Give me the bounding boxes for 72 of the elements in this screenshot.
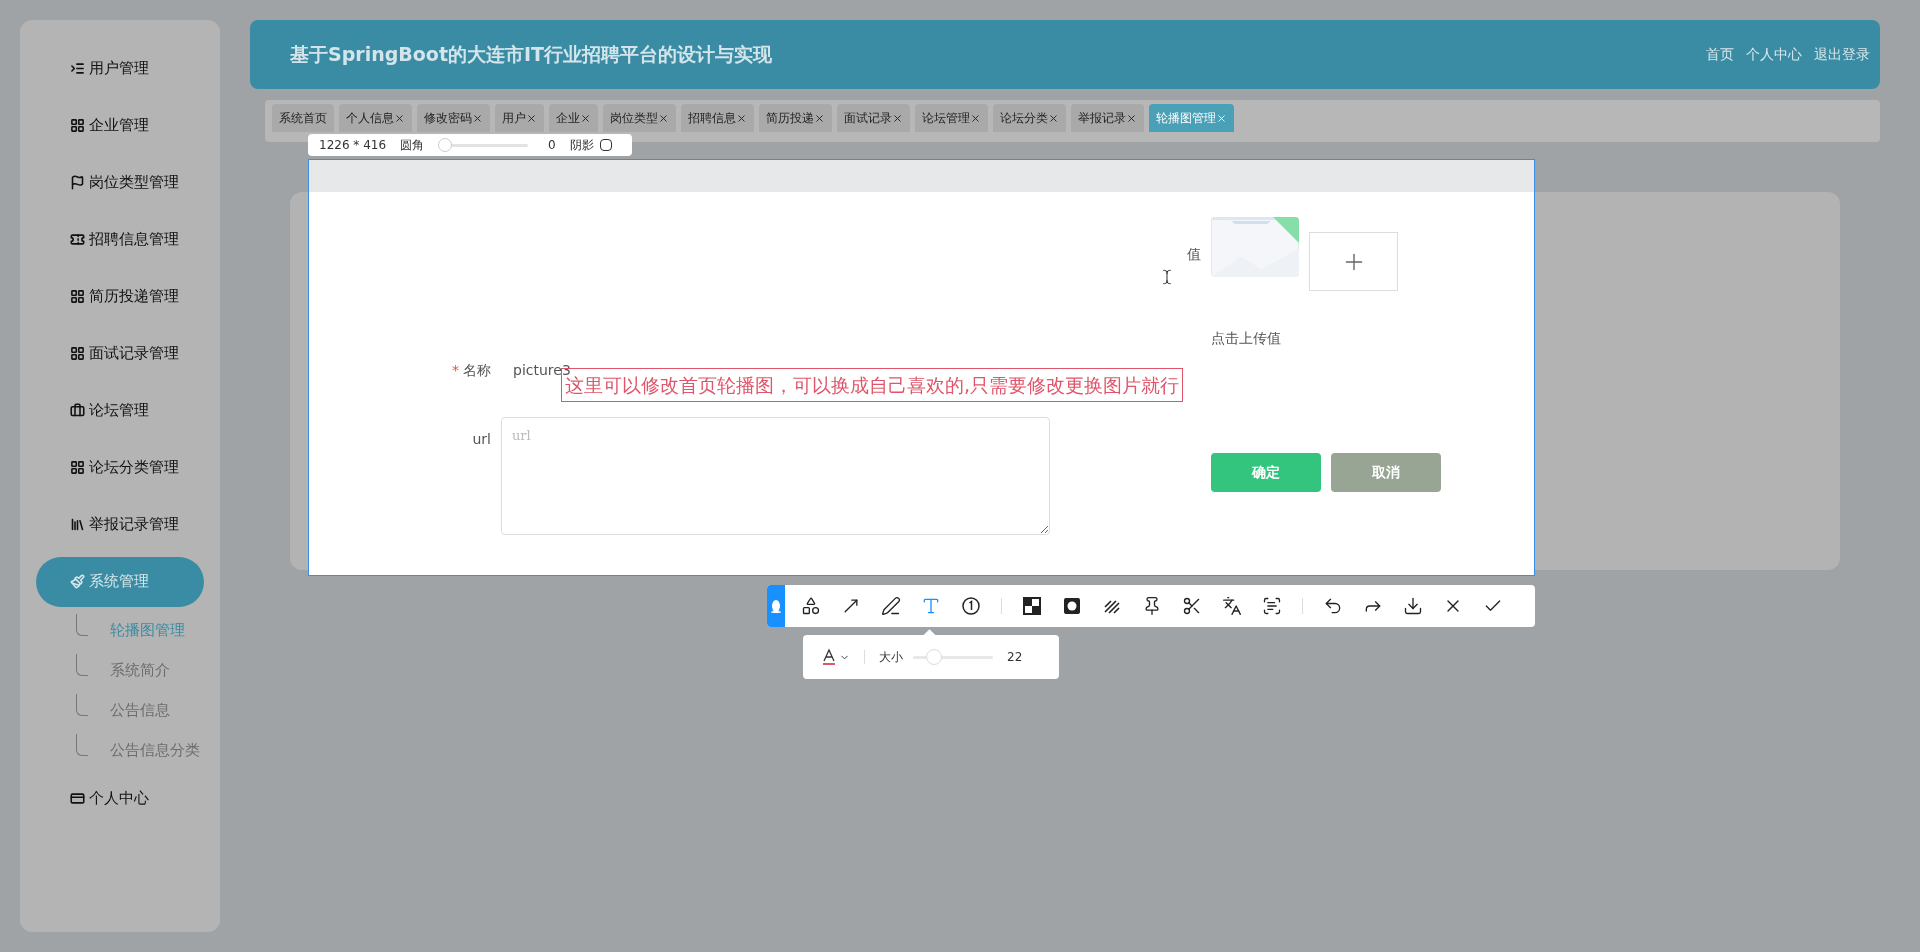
tab[interactable]: 修改密码: [417, 104, 490, 132]
site-title: 基于SpringBoot的大连市IT行业招聘平台的设计与实现: [290, 42, 772, 68]
tree-line: [76, 734, 88, 756]
close-icon[interactable]: [814, 112, 825, 124]
close-icon[interactable]: [472, 112, 483, 124]
tab[interactable]: 岗位类型: [603, 104, 676, 132]
tab[interactable]: 举报记录: [1071, 104, 1144, 132]
radius-slider[interactable]: [438, 137, 529, 153]
size-readout: 1226 * 416: [319, 137, 387, 154]
font-color-button[interactable]: [821, 648, 850, 666]
tab[interactable]: 用户: [495, 104, 544, 132]
sidebar-item[interactable]: 简历投递管理: [36, 271, 204, 322]
sidebar-item[interactable]: 论坛分类管理: [36, 442, 204, 493]
close-icon[interactable]: [736, 112, 747, 124]
tree-line: [76, 694, 88, 716]
grid-icon: [70, 460, 85, 475]
penguin-icon: [771, 599, 781, 613]
close-icon[interactable]: [658, 112, 669, 124]
grid-icon: [70, 346, 85, 361]
slider-thumb[interactable]: [438, 138, 453, 152]
tab[interactable]: 论坛分类: [993, 104, 1066, 132]
books-icon: [70, 517, 85, 532]
ticket-icon: [70, 232, 85, 247]
close-icon[interactable]: [970, 112, 981, 124]
tab[interactable]: 论坛管理: [915, 104, 988, 132]
toolbar-handle[interactable]: [767, 585, 785, 627]
slider-thumb[interactable]: [925, 649, 942, 665]
size-label: 大小: [879, 649, 903, 666]
sidebar-item[interactable]: 岗位类型管理: [36, 157, 204, 208]
tab[interactable]: 企业: [549, 104, 598, 132]
size-slider[interactable]: [913, 648, 993, 666]
tree-line: [76, 614, 88, 636]
close-icon[interactable]: [526, 112, 537, 124]
sidebar-item[interactable]: 面试记录管理: [36, 328, 204, 379]
field-label: url: [471, 430, 491, 449]
tab[interactable]: 系统首页: [272, 104, 334, 132]
close-icon[interactable]: [580, 112, 591, 124]
sidebar-item[interactable]: 用户管理: [36, 43, 204, 94]
close-icon[interactable]: [1048, 112, 1059, 124]
sidebar-item[interactable]: 论坛管理: [36, 385, 204, 436]
field-label: * 名称: [451, 360, 491, 380]
card-icon: [70, 791, 85, 806]
shadow-checkbox[interactable]: [599, 139, 612, 151]
flag-icon: [70, 175, 85, 190]
url-field[interactable]: url: [501, 417, 1050, 535]
grid-icon: [70, 289, 85, 304]
close-icon[interactable]: [892, 112, 903, 124]
close-icon[interactable]: [1216, 112, 1227, 124]
tab[interactable]: 面试记录: [837, 104, 910, 132]
radius-value: 0: [548, 137, 556, 154]
required-mark: *: [452, 361, 459, 378]
tab[interactable]: 个人信息: [339, 104, 412, 132]
brush-icon: [70, 574, 85, 589]
size-value: 22: [1007, 649, 1023, 666]
shadow-label: 阴影: [569, 137, 594, 154]
font-color-icon: [821, 648, 837, 666]
upload-hint: 点击上传值: [1211, 329, 1282, 348]
sidebar-item[interactable]: 举报记录管理: [36, 499, 204, 550]
field-label: 值: [1187, 245, 1202, 264]
briefcase-icon: [70, 403, 85, 418]
grid-icon: [70, 118, 85, 133]
tree-line: [76, 654, 88, 676]
list-icon: [70, 61, 85, 76]
sidebar-item[interactable]: 个人中心: [36, 773, 204, 824]
sidebar-item[interactable]: 招聘信息管理: [36, 214, 204, 265]
name-value: picture3: [513, 360, 571, 378]
sidebar-item[interactable]: 企业管理: [36, 100, 204, 151]
tab[interactable]: 简历投递: [759, 104, 832, 132]
close-icon[interactable]: [394, 112, 405, 124]
tab[interactable]: 招聘信息: [681, 104, 754, 132]
close-icon[interactable]: [1126, 112, 1137, 124]
radius-label: 圆角: [400, 137, 425, 154]
